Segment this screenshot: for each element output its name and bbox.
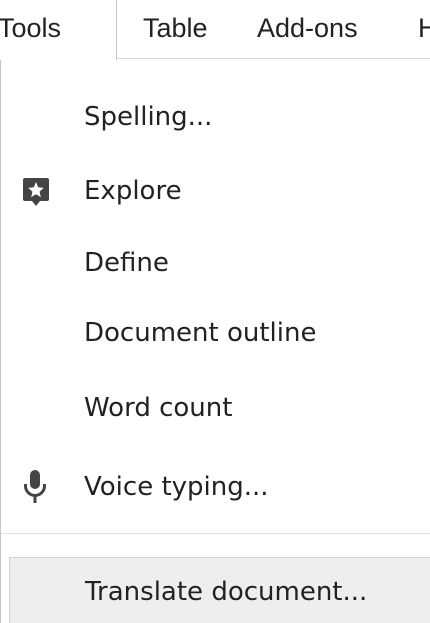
- menu-item-spelling[interactable]: Spelling...: [1, 81, 430, 153]
- menu-item-voice-typing[interactable]: Voice typing...: [1, 451, 430, 523]
- menu-bar: Tools Table Add-ons H: [0, 0, 430, 60]
- menu-item-define[interactable]: Define: [1, 227, 430, 299]
- menu-help[interactable]: H: [418, 0, 430, 58]
- tools-dropdown: Spelling... Explore Define Document outl…: [0, 59, 430, 623]
- google-docs-tools-menu-screenshot: Tools Table Add-ons H Spelling... Explor…: [0, 0, 430, 623]
- menu-separator: [1, 533, 430, 534]
- menu-item-label: Translate document...: [85, 577, 368, 607]
- menu-tools[interactable]: Tools: [0, 0, 117, 60]
- menu-item-label: Define: [84, 248, 169, 278]
- menu-item-translate-document[interactable]: Translate document...: [9, 557, 430, 623]
- menu-item-label: Spelling...: [84, 102, 213, 132]
- menu-item-explore[interactable]: Explore: [1, 155, 430, 227]
- microphone-icon: [23, 469, 47, 505]
- explore-icon: [22, 177, 50, 207]
- menu-item-label: Document outline: [84, 318, 317, 348]
- menu-item-document-outline[interactable]: Document outline: [1, 297, 430, 369]
- menu-add-ons[interactable]: Add-ons: [257, 0, 358, 58]
- menu-item-label: Explore: [84, 176, 182, 206]
- menu-item-word-count[interactable]: Word count: [1, 372, 430, 444]
- menu-item-label: Voice typing...: [84, 472, 269, 502]
- menu-item-label: Word count: [84, 393, 233, 423]
- menu-table[interactable]: Table: [143, 0, 208, 58]
